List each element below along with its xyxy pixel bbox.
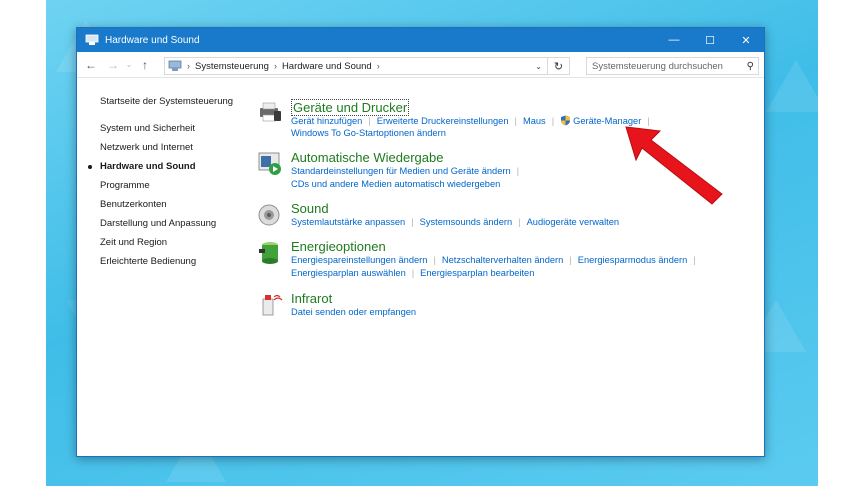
up-arrow-icon[interactable]: ↑ [137,58,153,72]
link-cds-automatisch-wiedergeben[interactable]: CDs und andere Medien automatisch wieder… [291,179,500,189]
control-panel-icon [168,60,182,71]
minimize-button[interactable]: — [656,28,692,52]
address-dropdown-chevron-icon[interactable]: ⌄ [535,62,542,71]
link-systemsounds[interactable]: Systemsounds ändern [420,217,513,227]
refresh-icon[interactable]: ↻ [548,57,570,75]
sidebar-item-netzwerk-und-internet[interactable]: Netzwerk und Internet [100,138,233,157]
link-geraet-hinzufuegen[interactable]: Gerät hinzufügen [291,116,362,126]
breadcrumb-systemsteuerung[interactable]: Systemsteuerung [195,61,269,72]
forward-arrow-icon[interactable]: → [105,58,121,72]
link-energiesparplan-auswaehlen[interactable]: Energiesparplan auswählen [291,268,406,278]
speaker-icon [258,204,280,226]
infrared-icon [262,294,283,316]
sidebar-item-benutzerkonten[interactable]: Benutzerkonten [100,195,233,214]
battery-icon [259,242,278,264]
link-geraete-manager[interactable]: Geräte-Manager [573,116,641,126]
printer-icon [260,102,281,122]
link-erweiterte-druckereinstellungen[interactable]: Erweiterte Druckereinstellungen [377,116,509,126]
link-maus[interactable]: Maus [523,116,546,126]
link-audiogeraete[interactable]: Audiogeräte verwalten [527,217,620,227]
link-standardeinstellungen-medien[interactable]: Standardeinstellungen für Medien und Ger… [291,166,511,176]
recent-pages-chevron-icon[interactable]: ⌄ [121,60,137,69]
link-energiesparplan-bearbeiten[interactable]: Energiesparplan bearbeiten [420,268,534,278]
links-row: Standardeinstellungen für Medien und Ger… [291,166,520,176]
link-windows-to-go[interactable]: Windows To Go-Startoptionen ändern [291,128,446,138]
category-title-sound[interactable]: Sound [291,201,329,216]
links-row: Energiespareinstellungen ändern | Netzscha… [291,255,696,265]
links-row: Windows To Go-Startoptionen ändern [291,128,446,138]
link-energiesparmodus[interactable]: Energiesparmodus ändern [578,255,688,265]
control-panel-window: Hardware und Sound — ☐ ✕ ← → ⌄ ↑ › Syste… [76,27,765,457]
search-input[interactable]: Systemsteuerung durchsuchen ⚲ [586,57,759,75]
control-panel-icon [85,34,99,45]
link-datei-senden-empfangen[interactable]: Datei senden oder empfangen [291,307,416,317]
sidebar-item-startseite[interactable]: Startseite der Systemsteuerung [100,92,233,111]
autoplay-icon [258,152,281,175]
category-title-geraete-und-drucker[interactable]: Geräte und Drucker [291,99,410,116]
search-placeholder: Systemsteuerung durchsuchen [592,60,723,72]
sidebar-item-darstellung[interactable]: Darstellung und Anpassung [100,214,233,233]
links-row: Systemlautstärke anpassen | Systemsounds ä… [291,217,620,227]
link-energiespareinstellungen[interactable]: Energiespareinstellungen ändern [291,255,427,265]
sidebar: Startseite der Systemsteuerung System un… [87,92,233,271]
category-title-infrarot[interactable]: Infrarot [291,291,332,306]
category-title-energieoptionen[interactable]: Energieoptionen [291,239,386,254]
maximize-button[interactable]: ☐ [692,28,728,52]
breadcrumb-separator-icon: › [187,61,190,71]
links-row: Datei senden oder empfangen [291,307,416,317]
sidebar-item-programme[interactable]: Programme [100,176,233,195]
sidebar-item-hardware-und-sound[interactable]: Hardware und Sound [87,157,233,176]
breadcrumb-separator-icon: › [273,61,277,71]
search-icon[interactable]: ⚲ [747,61,754,72]
sidebar-item-zeit-und-region[interactable]: Zeit und Region [100,233,233,252]
links-row: Energiesparplan auswählen | Energiesparpla… [291,268,535,278]
sidebar-item-erleichterte-bedienung[interactable]: Erleichterte Bedienung [100,252,233,271]
links-row: CDs und andere Medien automatisch wieder… [291,179,500,189]
sidebar-item-system-und-sicherheit[interactable]: System und Sicherheit [100,119,233,138]
uac-shield-icon [561,115,571,126]
title-bar[interactable]: Hardware und Sound — ☐ ✕ [77,28,764,52]
close-button[interactable]: ✕ [728,28,764,52]
window-title: Hardware und Sound [105,34,200,46]
breadcrumb-separator-icon: › [376,61,380,71]
links-row: Gerät hinzufügen | Erweiterte Druckereinst… [291,115,650,126]
breadcrumb-hardware-und-sound[interactable]: Hardware und Sound [282,61,372,72]
back-arrow-icon[interactable]: ← [83,58,99,72]
link-systemlautstaerke[interactable]: Systemlautstärke anpassen [291,217,405,227]
category-title-automatische-wiedergabe[interactable]: Automatische Wiedergabe [291,150,443,165]
address-box[interactable]: › Systemsteuerung › Hardware und Sound ›… [164,57,548,75]
link-netzschalterverhalten[interactable]: Netzschalterverhalten ändern [442,255,563,265]
